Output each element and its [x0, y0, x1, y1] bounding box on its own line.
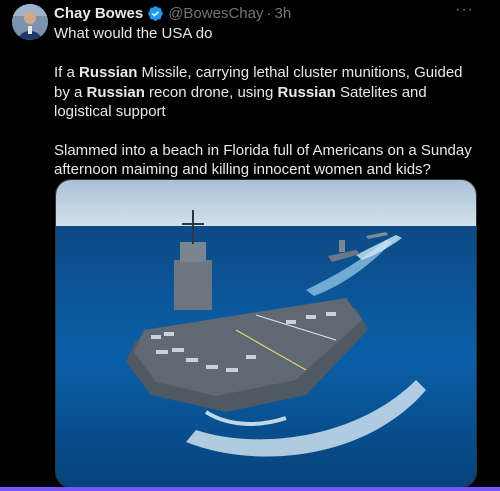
- accent-bar: [0, 487, 500, 491]
- tweet-time[interactable]: 3h: [274, 5, 291, 22]
- text-bold: Russian: [86, 83, 145, 101]
- avatar-image: [12, 4, 48, 40]
- text-bold: Russian: [79, 64, 138, 81]
- verified-badge-icon: [147, 5, 164, 22]
- more-options-icon[interactable]: ···: [455, 1, 474, 19]
- author-handle[interactable]: @BowesChay: [168, 5, 263, 22]
- text-run: recon drone, using: [144, 83, 278, 101]
- tweet-paragraph-3: Slammed into a beach in Florida full of …: [54, 141, 472, 179]
- tweet-photo[interactable]: [55, 179, 477, 488]
- text-bold: Russian: [277, 83, 336, 101]
- aircraft-carrier-photo: [56, 180, 476, 487]
- avatar[interactable]: [12, 4, 48, 40]
- tweet-header: Chay Bowes @BowesChay · 3h: [54, 4, 291, 22]
- tweet-line-1: What would the USA do: [54, 25, 213, 42]
- author-name[interactable]: Chay Bowes: [54, 5, 143, 22]
- tweet-paragraph-2: If a Russian Missile, carrying lethal cl…: [54, 63, 474, 122]
- tweet: Chay Bowes @BowesChay · 3h ··· What woul…: [0, 0, 500, 491]
- separator-dot: ·: [266, 4, 272, 22]
- tweet-text: What would the USA do If a Russian Missi…: [54, 24, 474, 180]
- text-run: If a: [54, 64, 80, 81]
